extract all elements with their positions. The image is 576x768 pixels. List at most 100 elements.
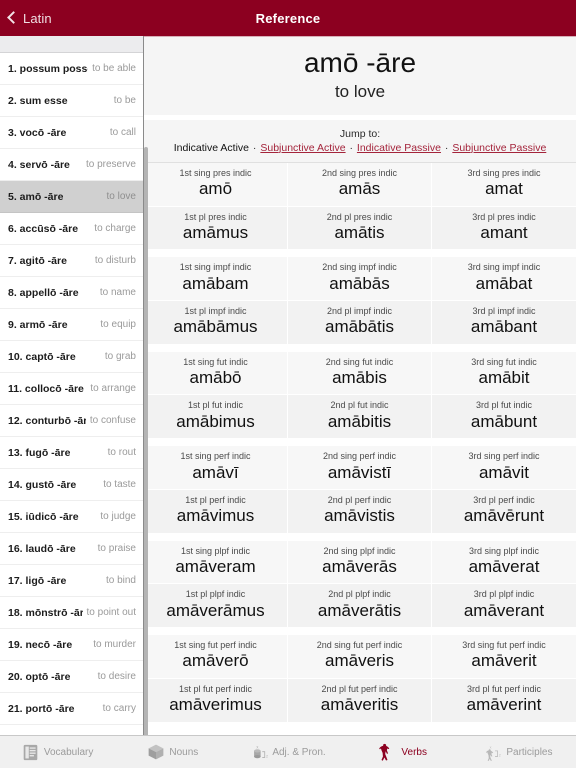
sidebar-item-term: 12. conturbō -āre	[8, 414, 86, 427]
sidebar-item-definition: to love	[106, 191, 136, 202]
sidebar-list-item[interactable]: 2. sum esse to be	[0, 85, 143, 117]
tab-vocabulary[interactable]: Vocabulary	[0, 736, 115, 768]
conjugation-cell[interactable]: 1st pl impf indic amābāmus	[144, 301, 288, 344]
conjugation-cell[interactable]: 2nd sing perf indic amāvistī	[288, 446, 432, 489]
jump-to-links[interactable]: Indicative Active · Subjunctive Active ·…	[144, 142, 576, 154]
conjugation-cell[interactable]: 1st pl fut indic amābimus	[144, 395, 288, 439]
conjugation-cell[interactable]: 3rd pl plpf indic amāverant	[432, 584, 576, 627]
sidebar-list[interactable]: 1. possum posse to be able 2. sum esse to b…	[0, 53, 143, 735]
conjugation-cell[interactable]: 1st pl perf indic amāvimus	[144, 489, 288, 533]
content-area: 1. possum posse to be able 2. sum esse to b…	[0, 36, 576, 735]
sidebar-list-item[interactable]: 1. possum posse to be able	[0, 53, 143, 85]
conjugation-cell[interactable]: 2nd sing pres indic amās	[288, 162, 432, 206]
conjugation-cell-label: 3rd sing fut perf indic	[462, 640, 546, 651]
conjugation-cell-label: 3rd sing plpf indic	[468, 545, 540, 556]
grid-group-spacer	[144, 533, 576, 541]
conjugation-cell-label: 3rd pl fut indic	[475, 400, 533, 411]
conjugation-cell[interactable]: 1st sing pres indic amō	[144, 162, 288, 206]
conjugation-cell[interactable]: 3rd pl fut indic amābunt	[432, 395, 576, 438]
entry-gloss: to love	[334, 81, 386, 101]
conjugation-cell[interactable]: 3rd pl perf indic amāvērunt	[432, 490, 576, 533]
conjugation-cell-label: 2nd pl impf indic	[326, 306, 393, 316]
conjugation-cell[interactable]: 3rd sing fut indic amābit	[432, 352, 576, 395]
sidebar-list-item[interactable]: 19. necō -āre to murder	[0, 629, 143, 661]
tab-label: Participles	[506, 746, 553, 758]
sidebar-list-item[interactable]: 22. superō -āreto surpass	[0, 725, 143, 735]
jump-link[interactable]: Indicative Passive	[357, 142, 441, 154]
conjugation-cell[interactable]: 3rd pl impf indic amābant	[432, 301, 576, 344]
conjugation-cell[interactable]: 2nd pl perf indic amāvistis	[288, 489, 432, 533]
sidebar-list-item[interactable]: 7. agitō -āre to disturb	[0, 245, 143, 277]
sidebar-list-item[interactable]: 12. conturbō -āre to confuse	[0, 405, 143, 437]
conjugation-cell[interactable]: 2nd pl fut perf indic amāveritis	[288, 678, 432, 722]
sidebar-list-item[interactable]: 3. vocō -āre to call	[0, 117, 143, 149]
conjugation-cell[interactable]: 2nd sing fut perf indic amāveris	[288, 635, 432, 678]
conjugation-cell[interactable]: 3rd sing pres indic amat	[432, 163, 576, 206]
jump-separator: ·	[441, 141, 452, 154]
conjugation-cell-label: 1st sing perf indic	[180, 451, 251, 462]
conjugation-cell[interactable]: 2nd sing fut indic amābis	[288, 351, 432, 395]
conjugation-cell[interactable]: 1st pl plpf indic amāverāmus	[144, 584, 288, 628]
tab-verbs[interactable]: Verbs	[346, 736, 461, 768]
jump-link[interactable]: Subjunctive Passive	[452, 142, 546, 154]
conjugation-cell[interactable]: 3rd sing fut perf indic amāverit	[432, 635, 576, 678]
conjugation-cell-label: 3rd pl fut perf indic	[466, 683, 542, 694]
sidebar-list-item[interactable]: 18. mōnstrō -āre to point out	[0, 597, 143, 629]
conjugation-cell-form: amāverit	[471, 651, 537, 671]
conjugation-cell[interactable]: 3rd pl pres indic amant	[432, 207, 576, 250]
conjugation-cell-label: 1st pl plpf indic	[185, 589, 246, 600]
sidebar-item-term: 1. possum posse	[8, 62, 89, 75]
conjugation-cell[interactable]: 2nd sing impf indic amābās	[288, 257, 432, 300]
conjugation-cell[interactable]: 3rd sing impf indic amābat	[432, 257, 576, 300]
tab-adj-pron[interactable]: x 2 Adj. & Pron.	[230, 736, 345, 768]
conjugation-cell-label: 3rd sing fut indic	[471, 356, 537, 367]
conjugation-cell[interactable]: 3rd pl fut perf indic amāverint	[432, 679, 576, 722]
conjugation-cell[interactable]: 2nd pl impf indic amābātis	[288, 301, 432, 344]
svg-text:x: x	[257, 744, 259, 749]
sidebar-list-item[interactable]: 11. collocō -āre to arrange	[0, 373, 143, 405]
app-root: Latin Reference 1. possum posse to be abl…	[0, 0, 576, 768]
conjugation-cell-form: amābāmus	[173, 317, 258, 337]
conjugation-cell[interactable]: 2nd pl fut indic amābitis	[288, 395, 432, 439]
sidebar-list-item[interactable]: 17. ligō -āre to bind	[0, 565, 143, 597]
conjugation-row: 1st sing fut perf indic amāverō 2nd sing f…	[144, 635, 576, 679]
conjugation-cell[interactable]: 2nd pl plpf indic amāverātis	[288, 584, 432, 628]
sidebar-list-item[interactable]: 20. optō -āre to desire	[0, 661, 143, 693]
sidebar-list-item[interactable]: 14. gustō -āre to taste	[0, 469, 143, 501]
sidebar-list-item[interactable]: 4. servō -āre to preserve	[0, 149, 143, 181]
conjugation-cell-label: 2nd sing impf indic	[322, 262, 397, 273]
conjugation-cell-form: amāvī	[192, 462, 239, 482]
conjugation-cell[interactable]: 1st sing impf indic amābam	[144, 257, 288, 300]
sidebar-list-item[interactable]: 5. amō -āre to love	[0, 181, 143, 213]
conjugation-cell[interactable]: 3rd sing plpf indic amāverat	[432, 541, 576, 584]
tab-participles[interactable]: x 2 Participles	[461, 736, 576, 768]
sidebar-list-item[interactable]: 15. iūdicō -āre to judge	[0, 501, 143, 533]
conjugation-cell[interactable]: 3rd sing perf indic amāvit	[432, 446, 576, 489]
conjugation-cell[interactable]: 1st sing fut perf indic amāverō	[144, 635, 288, 678]
conjugation-cell-form: amāverātis	[317, 600, 402, 620]
sidebar-item-term: 18. mōnstrō -āre	[8, 606, 83, 619]
conjugation-cell[interactable]: 1st sing fut indic amābō	[144, 351, 288, 395]
sidebar-list-item[interactable]: 10. captō -āre to grab	[0, 341, 143, 373]
conjugation-cell[interactable]: 1st sing plpf indic amāveram	[144, 540, 288, 584]
sidebar-list-item[interactable]: 16. laudō -āre to praise	[0, 533, 143, 565]
sidebar-list-item[interactable]: 8. appellō -āre to name	[0, 277, 143, 309]
conjugation-cell[interactable]: 1st pl fut perf indic amāverimus	[144, 678, 288, 722]
vocabulary-sidebar: 1. possum posse to be able 2. sum esse to b…	[0, 36, 144, 735]
sidebar-list-item[interactable]: 9. armō -āre to equip	[0, 309, 143, 341]
tab-nouns[interactable]: Nouns	[115, 736, 230, 768]
vertical-scrollbar[interactable]	[144, 147, 148, 735]
conjugation-cell[interactable]: 2nd pl pres indic amātis	[288, 206, 432, 250]
conjugation-cell-label: 2nd pl perf indic	[327, 494, 392, 505]
conjugation-cell[interactable]: 1st pl pres indic amāmus	[144, 206, 288, 250]
sidebar-list-item[interactable]: 13. fugō -āre to rout	[0, 437, 143, 469]
conjugation-cell[interactable]: 2nd sing plpf indic amāverās	[288, 540, 432, 584]
back-button[interactable]: Latin	[0, 0, 52, 36]
sidebar-list-item[interactable]: 6. accūsō -āre to charge	[0, 213, 143, 245]
conjugation-cell-form: amās	[338, 179, 381, 199]
conjugation-cell-label: 2nd pl plpf indic	[328, 589, 391, 600]
jump-link[interactable]: Subjunctive Active	[260, 142, 345, 154]
conjugation-cell[interactable]: 1st sing perf indic amāvī	[144, 446, 288, 489]
sidebar-item-term: 5. amō -āre	[8, 190, 64, 203]
sidebar-list-item[interactable]: 21. portō -āre to carry	[0, 693, 143, 725]
